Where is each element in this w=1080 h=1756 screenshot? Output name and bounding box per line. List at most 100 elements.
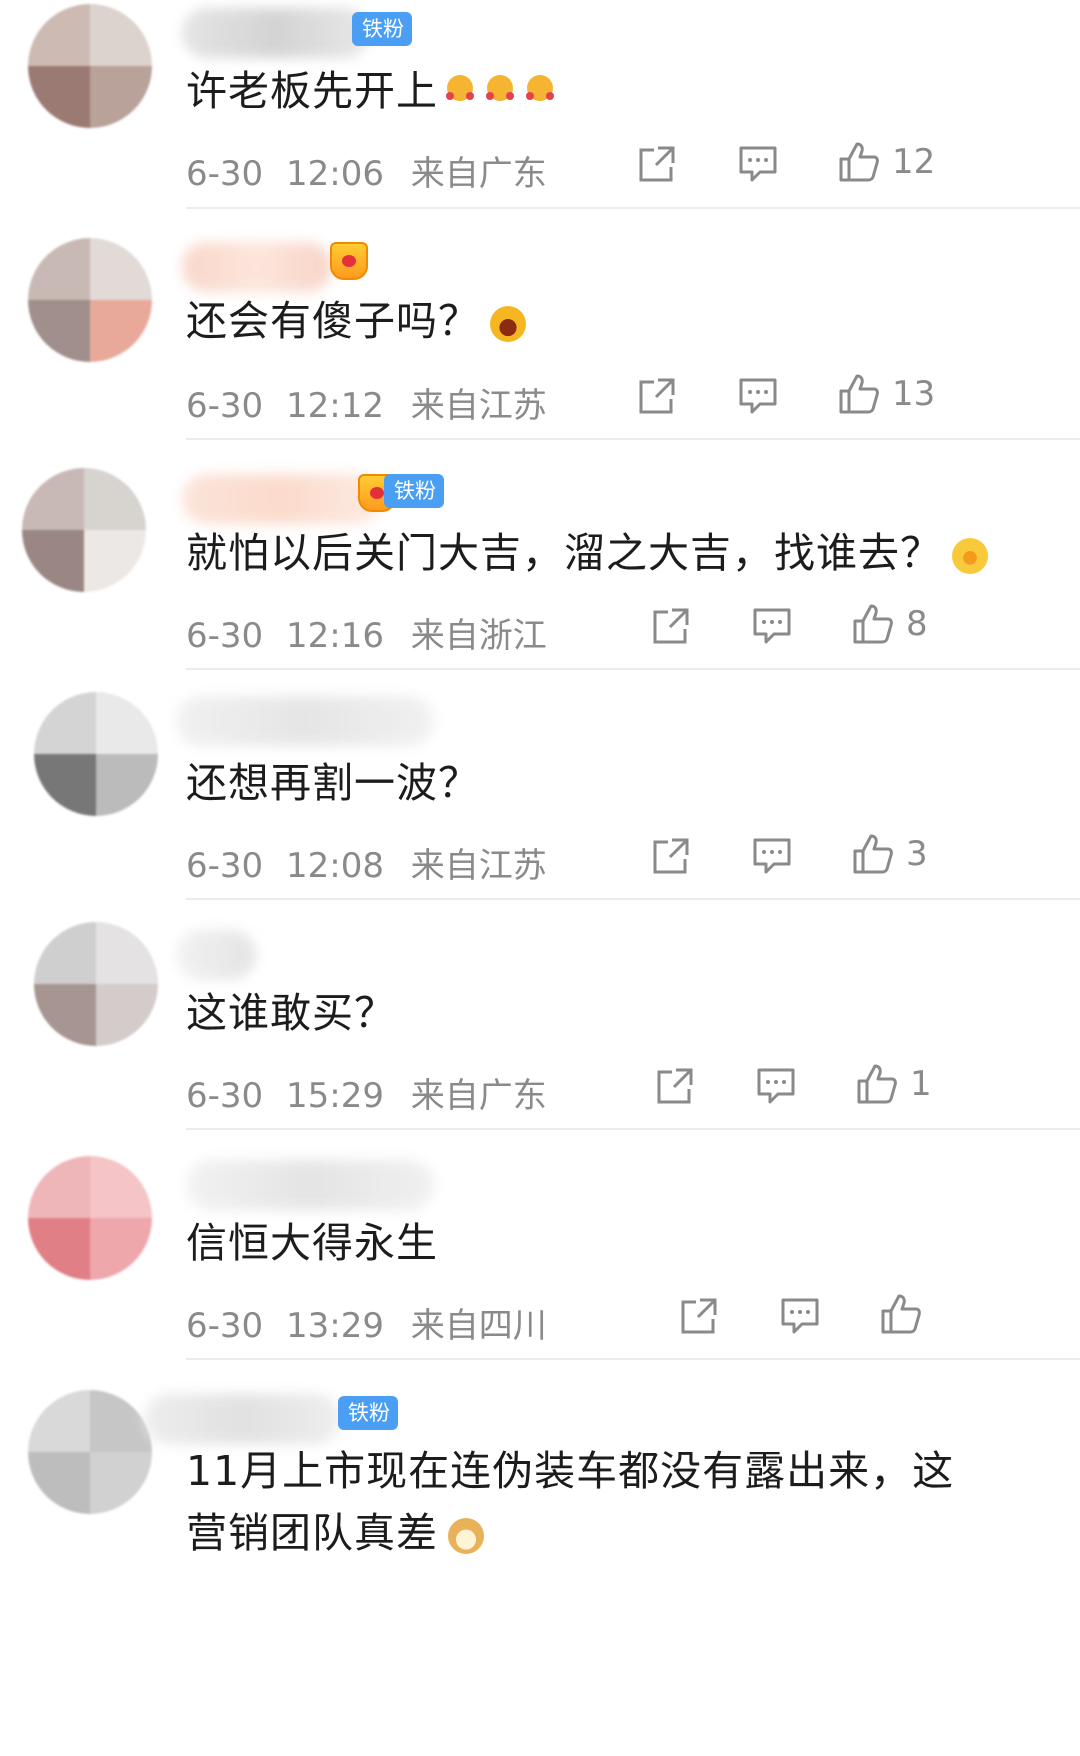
comment-item: 信恒大得永生 6-30 13:29 来自四川 xyxy=(0,1152,1080,1362)
comment-time: 12:08 xyxy=(285,846,384,886)
comment-date: 6-30 xyxy=(186,616,264,656)
comment-meta: 6-30 12:08 来自江苏 xyxy=(186,838,547,887)
divider xyxy=(186,668,1080,670)
forward-button[interactable] xyxy=(652,837,690,875)
comment-text: 11月上市现在连伪装车都没有露出来，这营销团队真差 xyxy=(186,1447,955,1557)
divider xyxy=(186,898,1080,900)
like-button[interactable]: 1 xyxy=(856,1063,932,1105)
like-count: 8 xyxy=(906,604,928,644)
forward-button[interactable] xyxy=(638,145,676,183)
divider xyxy=(186,1358,1080,1360)
covering-face-emoji-icon xyxy=(952,538,988,574)
forward-button[interactable] xyxy=(680,1297,718,1335)
avatar[interactable] xyxy=(34,922,158,1046)
comment-time: 13:29 xyxy=(285,1306,384,1346)
divider xyxy=(186,438,1080,440)
divider xyxy=(186,1128,1080,1130)
thumbs-up-icon xyxy=(839,142,879,182)
like-button[interactable]: 12 xyxy=(838,141,935,183)
comment-location: 来自浙江 xyxy=(410,616,547,656)
comment-text: 这谁敢买？ xyxy=(186,989,396,1037)
comment-time: 12:12 xyxy=(285,386,384,426)
comment-bubble-icon xyxy=(739,378,777,414)
share-arrow-icon xyxy=(653,608,689,644)
thumbs-up-icon xyxy=(853,604,893,644)
username[interactable] xyxy=(182,8,370,58)
comment-item: 还会有傻子吗？ 6-30 12:12 来自江苏 13 xyxy=(0,232,1080,442)
username[interactable] xyxy=(182,242,332,292)
reply-button[interactable] xyxy=(756,1067,796,1105)
thumbs-up-icon xyxy=(881,1294,921,1334)
comment-item: 铁粉 就怕以后关门大吉，溜之大吉，找谁去？ 6-30 12:16 来自浙江 8 xyxy=(0,462,1080,672)
comment-text: 信恒大得永生 xyxy=(186,1219,438,1267)
like-count: 12 xyxy=(892,142,936,182)
comment-bubble-icon xyxy=(753,838,791,874)
comment-item: 这谁敢买？ 6-30 15:29 来自广东 1 xyxy=(0,922,1080,1132)
forward-button[interactable] xyxy=(652,607,690,645)
share-arrow-icon xyxy=(681,1298,717,1334)
laughing-emoji-icon xyxy=(490,306,526,342)
comment-location: 来自四川 xyxy=(410,1306,547,1346)
comment-meta: 6-30 12:12 来自江苏 xyxy=(186,378,547,427)
username[interactable] xyxy=(144,1394,340,1444)
username[interactable] xyxy=(176,930,256,980)
share-arrow-icon xyxy=(657,1068,693,1104)
username[interactable] xyxy=(182,474,382,524)
like-button[interactable] xyxy=(880,1293,934,1335)
comment-date: 6-30 xyxy=(186,1306,264,1346)
like-count: 13 xyxy=(892,374,936,414)
comment-meta: 6-30 12:16 来自浙江 xyxy=(186,608,547,657)
comment-date: 6-30 xyxy=(186,846,264,886)
username[interactable] xyxy=(186,1160,434,1210)
fan-badge: 铁粉 xyxy=(338,1396,398,1430)
comment-bubble-icon xyxy=(781,1298,819,1334)
like-count: 3 xyxy=(906,834,928,874)
avatar[interactable] xyxy=(34,692,158,816)
cat-emoji-icon xyxy=(442,63,562,125)
comment-time: 12:06 xyxy=(285,154,384,194)
comment-location: 来自广东 xyxy=(410,154,547,194)
like-count: 1 xyxy=(910,1064,932,1104)
divider xyxy=(186,207,1080,209)
forward-button[interactable] xyxy=(638,377,676,415)
comment-date: 6-30 xyxy=(186,386,264,426)
like-button[interactable]: 8 xyxy=(852,603,928,645)
comment-time: 12:16 xyxy=(285,616,384,656)
doge-emoji-icon xyxy=(448,1518,484,1554)
comment-date: 6-30 xyxy=(186,1076,264,1116)
like-button[interactable]: 13 xyxy=(838,373,935,415)
comment-text: 还想再割一波？ xyxy=(186,759,480,807)
comment-meta: 6-30 12:06 来自广东 xyxy=(186,146,547,195)
comment-item: 铁粉 11月上市现在连伪装车都没有露出来，这营销团队真差 xyxy=(0,1390,1080,1756)
reply-button[interactable] xyxy=(752,837,792,875)
reply-button[interactable] xyxy=(752,607,792,645)
share-arrow-icon xyxy=(639,146,675,182)
avatar[interactable] xyxy=(22,468,146,592)
username[interactable] xyxy=(176,696,434,746)
comment-bubble-icon xyxy=(739,146,777,182)
comment-item: 铁粉 许老板先开上 6-30 12:06 来自广东 12 xyxy=(0,0,1080,210)
comment-location: 来自广东 xyxy=(410,1076,547,1116)
comment-meta: 6-30 15:29 来自广东 xyxy=(186,1068,547,1117)
like-button[interactable]: 3 xyxy=(852,833,928,875)
forward-button[interactable] xyxy=(656,1067,694,1105)
comment-date: 6-30 xyxy=(186,154,264,194)
reply-button[interactable] xyxy=(738,377,778,415)
share-arrow-icon xyxy=(653,838,689,874)
share-arrow-icon xyxy=(639,378,675,414)
reply-button[interactable] xyxy=(738,145,778,183)
reply-button[interactable] xyxy=(780,1297,820,1335)
thumbs-up-icon xyxy=(839,374,879,414)
comment-time: 15:29 xyxy=(285,1076,384,1116)
comment-location: 来自江苏 xyxy=(410,386,547,426)
comment-bubble-icon xyxy=(753,608,791,644)
avatar[interactable] xyxy=(28,4,152,128)
avatar[interactable] xyxy=(28,1156,152,1280)
avatar[interactable] xyxy=(28,238,152,362)
avatar[interactable] xyxy=(28,1390,152,1514)
fan-badge: 铁粉 xyxy=(352,12,412,46)
thumbs-up-icon xyxy=(857,1064,897,1104)
comment-meta: 6-30 13:29 来自四川 xyxy=(186,1298,547,1347)
comment-bubble-icon xyxy=(757,1068,795,1104)
comment-item: 还想再割一波？ 6-30 12:08 来自江苏 3 xyxy=(0,692,1080,902)
